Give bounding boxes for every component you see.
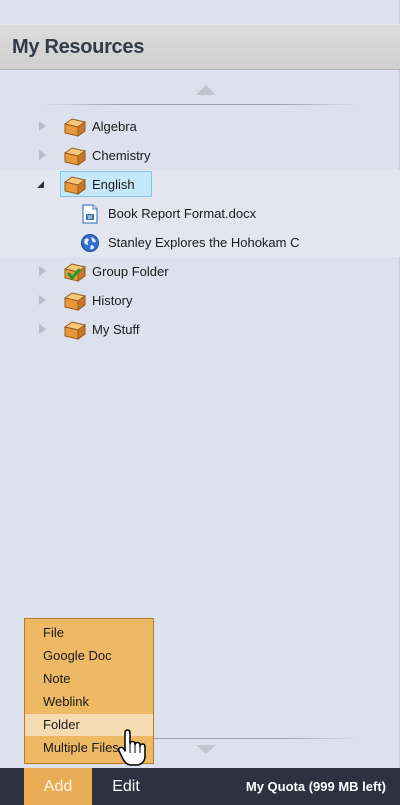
- tree-item-label: Book Report Format.docx: [108, 206, 257, 221]
- expand-arrow-icon[interactable]: [39, 150, 46, 160]
- menu-item-google-doc[interactable]: Google Doc: [25, 645, 153, 667]
- shared-folder-icon: [63, 263, 87, 282]
- tree-item-book-report[interactable]: W Book Report Format.docx: [0, 199, 400, 228]
- divider: [40, 104, 360, 105]
- document-icon: W: [82, 204, 98, 224]
- arrow-up-icon: [196, 85, 216, 95]
- resource-tree: Algebra Chemistry English W Book Report …: [0, 112, 400, 344]
- expand-arrow-icon[interactable]: [39, 324, 46, 334]
- menu-item-note[interactable]: Note: [25, 668, 153, 690]
- add-button[interactable]: Add: [24, 768, 92, 805]
- tree-item-history[interactable]: History: [0, 286, 400, 315]
- quota-status: My Quota (999 MB left): [245, 779, 386, 794]
- scroll-down-button[interactable]: [196, 745, 216, 754]
- tree-item-chemistry[interactable]: Chemistry: [0, 141, 400, 170]
- hand-cursor-icon: [117, 729, 146, 766]
- folder-icon: [63, 118, 87, 137]
- tree-item-algebra[interactable]: Algebra: [0, 112, 400, 141]
- folder-icon: [63, 176, 87, 195]
- menu-item-weblink[interactable]: Weblink: [25, 691, 153, 713]
- folder-icon: [63, 292, 87, 311]
- tree-item-stanley-weblink[interactable]: Stanley Explores the Hohokam C: [0, 228, 400, 257]
- panel-footer: Add Edit My Quota (999 MB left): [0, 768, 400, 805]
- svg-text:W: W: [88, 215, 93, 221]
- resources-panel: My Resources Algebra Chemistry English W…: [0, 0, 400, 805]
- folder-icon: [63, 321, 87, 340]
- tree-item-label: History: [92, 293, 133, 308]
- scroll-up-button[interactable]: [0, 78, 400, 110]
- expand-arrow-icon[interactable]: [39, 266, 46, 276]
- tree-item-label: My Stuff: [92, 322, 140, 337]
- folder-icon: [63, 147, 87, 166]
- tree-item-label: Stanley Explores the Hohokam C: [108, 235, 300, 250]
- tree-item-label: English: [92, 177, 135, 192]
- expand-arrow-icon[interactable]: [39, 121, 46, 131]
- globe-icon: [81, 234, 99, 252]
- collapse-arrow-icon[interactable]: [37, 181, 44, 188]
- tree-item-label: Group Folder: [92, 264, 169, 279]
- tree-item-label: Chemistry: [92, 148, 151, 163]
- panel-title: My Resources: [12, 36, 145, 58]
- edit-button[interactable]: Edit: [98, 768, 154, 805]
- tree-item-group-folder[interactable]: Group Folder: [0, 257, 400, 286]
- tree-item-label: Algebra: [92, 119, 137, 134]
- expand-arrow-icon[interactable]: [39, 295, 46, 305]
- panel-header: My Resources: [0, 24, 400, 70]
- tree-item-my-stuff[interactable]: My Stuff: [0, 315, 400, 344]
- menu-item-file[interactable]: File: [25, 622, 153, 644]
- tree-item-english[interactable]: English: [0, 170, 400, 199]
